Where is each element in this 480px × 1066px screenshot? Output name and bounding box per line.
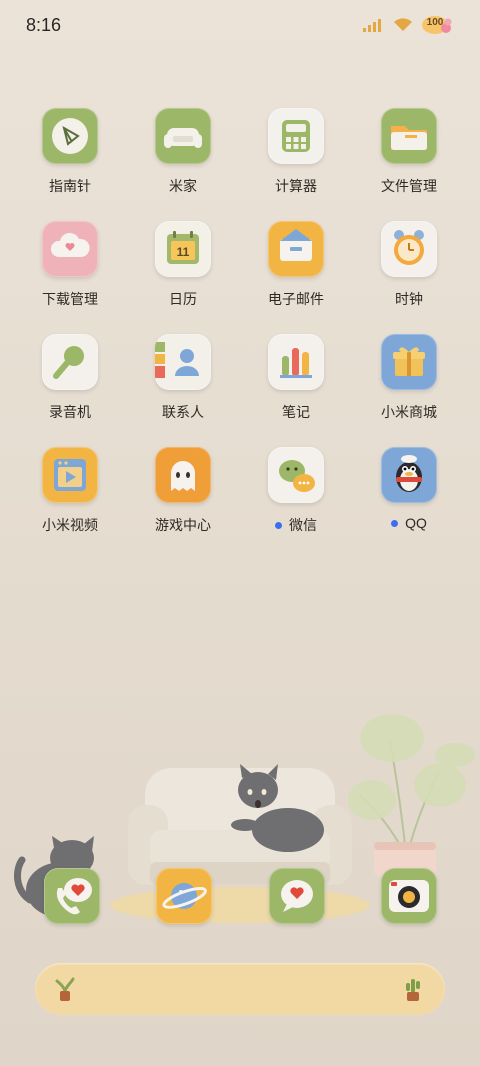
calendar-date: 11 bbox=[176, 245, 190, 259]
app-label-text: 微信 bbox=[289, 517, 317, 533]
search-bar[interactable] bbox=[35, 963, 445, 1015]
cactus-icon bbox=[406, 979, 420, 1001]
camera-icon[interactable] bbox=[381, 868, 437, 924]
app-label: 计算器 bbox=[275, 178, 317, 194]
calculator-icon[interactable] bbox=[268, 108, 324, 164]
app-notes[interactable]: 笔记 bbox=[248, 334, 344, 422]
status-icons: 100 bbox=[362, 14, 452, 36]
status-bar: 8:16 100 bbox=[0, 0, 480, 50]
app-label: 微信 bbox=[248, 515, 344, 535]
app-label: 时钟 bbox=[395, 291, 423, 307]
app-label: 下载管理 bbox=[42, 291, 98, 307]
app-clock[interactable]: 时钟 bbox=[361, 221, 457, 309]
app-label: 游戏中心 bbox=[155, 517, 211, 533]
app-label: 米家 bbox=[169, 178, 197, 194]
microphone-icon[interactable] bbox=[42, 334, 98, 390]
app-calendar[interactable]: 11 日历 bbox=[135, 221, 231, 309]
app-label: 录音机 bbox=[49, 404, 91, 420]
status-time: 8:16 bbox=[26, 15, 62, 35]
notification-dot bbox=[275, 522, 282, 529]
app-game-center[interactable]: 游戏中心 bbox=[135, 447, 231, 535]
app-label-text: QQ bbox=[405, 515, 427, 531]
wifi-icon bbox=[394, 18, 412, 31]
cloud-download-icon[interactable] bbox=[42, 221, 98, 277]
planet-browser-icon[interactable] bbox=[156, 868, 212, 924]
monstera-plant-icon bbox=[348, 714, 475, 878]
app-recorder[interactable]: 录音机 bbox=[22, 334, 118, 422]
message-heart-icon[interactable] bbox=[269, 868, 325, 924]
app-qq[interactable]: QQ bbox=[361, 447, 457, 531]
app-file-manager[interactable]: 文件管理 bbox=[361, 108, 457, 196]
signal-icon bbox=[363, 19, 381, 32]
notes-bars-icon[interactable] bbox=[268, 334, 324, 390]
compass-icon[interactable] bbox=[42, 108, 98, 164]
folder-icon[interactable] bbox=[381, 108, 437, 164]
app-label: 指南针 bbox=[49, 178, 91, 194]
gift-box-icon[interactable] bbox=[381, 334, 437, 390]
app-mi-store[interactable]: 小米商城 bbox=[361, 334, 457, 422]
app-mi-video[interactable]: 小米视频 bbox=[22, 447, 118, 535]
app-label: 小米商城 bbox=[381, 404, 437, 420]
wechat-icon[interactable] bbox=[268, 447, 324, 503]
app-email[interactable]: 电子邮件 bbox=[248, 221, 344, 309]
potted-plant-icon bbox=[55, 977, 75, 1001]
notification-dot bbox=[391, 520, 399, 527]
app-label: 小米视频 bbox=[42, 517, 98, 533]
penguin-icon[interactable] bbox=[381, 447, 437, 503]
app-calculator[interactable]: 计算器 bbox=[248, 108, 344, 196]
app-label: 联系人 bbox=[162, 404, 204, 420]
app-label: QQ bbox=[361, 515, 457, 531]
envelope-icon[interactable] bbox=[268, 221, 324, 277]
app-mijia[interactable]: 米家 bbox=[135, 108, 231, 196]
app-label: 文件管理 bbox=[381, 178, 437, 194]
contact-person-icon[interactable] bbox=[155, 334, 211, 390]
app-label: 笔记 bbox=[282, 404, 310, 420]
app-downloads[interactable]: 下载管理 bbox=[22, 221, 118, 309]
app-wechat[interactable]: 微信 bbox=[248, 447, 344, 535]
alarm-clock-icon[interactable] bbox=[381, 221, 437, 277]
battery-level: 100 bbox=[426, 17, 444, 28]
battery-indicator: 100 bbox=[422, 14, 452, 36]
app-label: 电子邮件 bbox=[268, 291, 324, 307]
sofa-icon[interactable] bbox=[155, 108, 211, 164]
phone-heart-icon[interactable] bbox=[44, 868, 100, 924]
calendar-icon[interactable]: 11 bbox=[155, 221, 211, 277]
video-player-icon[interactable] bbox=[42, 447, 98, 503]
app-contacts[interactable]: 联系人 bbox=[135, 334, 231, 422]
ghost-icon[interactable] bbox=[155, 447, 211, 503]
app-compass[interactable]: 指南针 bbox=[22, 108, 118, 196]
dock bbox=[0, 860, 480, 932]
app-label: 日历 bbox=[169, 291, 197, 307]
